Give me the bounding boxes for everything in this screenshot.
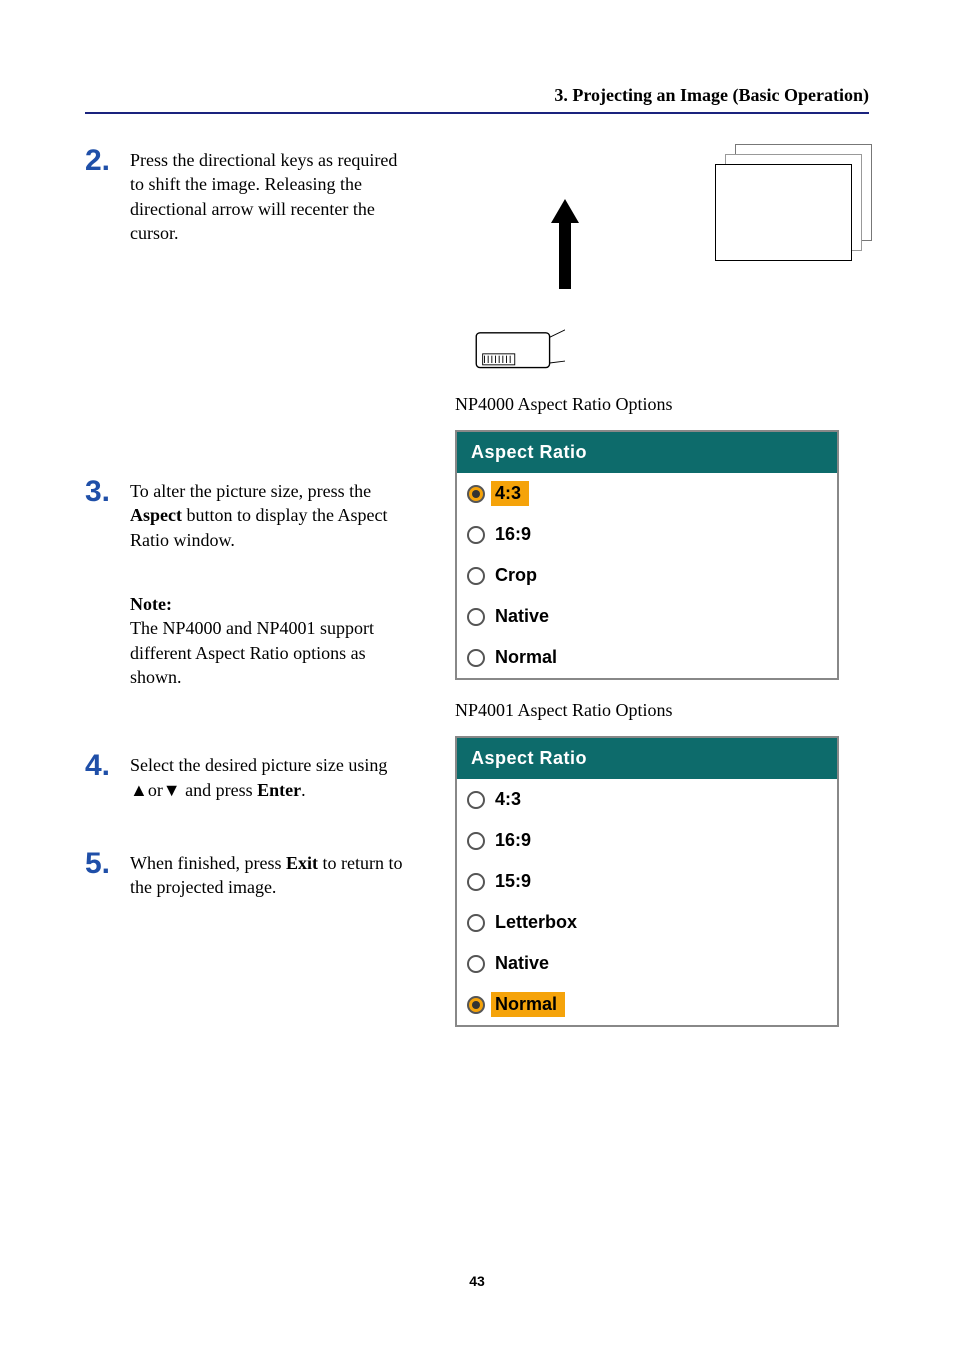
option-16-9[interactable]: 16:9	[457, 820, 837, 861]
text: When finished, press	[130, 853, 286, 873]
step-text: Press the directional keys as required t…	[130, 144, 415, 245]
radio-selected-icon	[467, 996, 485, 1014]
step-text: To alter the picture size, press the Asp…	[130, 475, 415, 714]
radio-icon	[467, 914, 485, 932]
page-number: 43	[0, 1273, 954, 1289]
section-header: 3. Projecting an Image (Basic Operation)	[85, 85, 869, 114]
menu-title: Aspect Ratio	[457, 432, 837, 473]
option-native[interactable]: Native	[457, 596, 837, 637]
option-label: Normal	[491, 645, 565, 670]
step-text: When finished, press Exit to return to t…	[130, 847, 415, 900]
aspect-ratio-menu-np4000: Aspect Ratio 4:3 16:9 Crop Native	[455, 430, 839, 680]
text: .	[301, 780, 306, 800]
option-letterbox[interactable]: Letterbox	[457, 902, 837, 943]
option-label: Native	[491, 951, 557, 976]
bold-enter: Enter	[257, 780, 301, 800]
option-label: Normal	[491, 992, 565, 1017]
step-2: 2. Press the directional keys as require…	[85, 144, 415, 245]
step-number: 3.	[85, 475, 130, 714]
bold-aspect: Aspect	[130, 505, 182, 525]
radio-icon	[467, 649, 485, 667]
bold-exit: Exit	[286, 853, 318, 873]
note-title: Note:	[130, 594, 172, 614]
menu-title: Aspect Ratio	[457, 738, 837, 779]
step-text: Select the desired picture size using ▲o…	[130, 749, 415, 802]
aspect-ratio-menu-np4001: Aspect Ratio 4:3 16:9 15:9 Letterbox	[455, 736, 839, 1027]
step-number: 5.	[85, 847, 130, 900]
radio-icon	[467, 608, 485, 626]
radio-icon	[467, 955, 485, 973]
radio-icon	[467, 873, 485, 891]
option-native[interactable]: Native	[457, 943, 837, 984]
option-label: Crop	[491, 563, 545, 588]
option-15-9[interactable]: 15:9	[457, 861, 837, 902]
option-label: 4:3	[491, 481, 529, 506]
radio-selected-icon	[467, 485, 485, 503]
projector-diagram	[465, 144, 715, 374]
step-3: 3. To alter the picture size, press the …	[85, 475, 415, 714]
option-crop[interactable]: Crop	[457, 555, 837, 596]
option-normal[interactable]: Normal	[457, 984, 837, 1025]
option-label: 16:9	[491, 828, 539, 853]
radio-icon	[467, 526, 485, 544]
step-number: 2.	[85, 144, 130, 245]
up-arrow-icon	[545, 199, 585, 309]
text: To alter the picture size, press the	[130, 481, 371, 501]
radio-icon	[467, 567, 485, 585]
option-4-3[interactable]: 4:3	[457, 779, 837, 820]
option-normal[interactable]: Normal	[457, 637, 837, 678]
radio-icon	[467, 832, 485, 850]
option-4-3[interactable]: 4:3	[457, 473, 837, 514]
step-5: 5. When finished, press Exit to return t…	[85, 847, 415, 900]
projector-icon	[470, 319, 565, 374]
caption-np4000: NP4000 Aspect Ratio Options	[455, 394, 869, 415]
option-label: Native	[491, 604, 557, 629]
option-16-9[interactable]: 16:9	[457, 514, 837, 555]
caption-np4001: NP4001 Aspect Ratio Options	[455, 700, 869, 721]
option-label: 4:3	[491, 787, 529, 812]
step-4: 4. Select the desired picture size using…	[85, 749, 415, 802]
step-number: 4.	[85, 749, 130, 802]
option-label: 15:9	[491, 869, 539, 894]
option-label: 16:9	[491, 522, 539, 547]
note-body: The NP4000 and NP4001 support different …	[130, 618, 374, 687]
option-label: Letterbox	[491, 910, 585, 935]
radio-icon	[467, 791, 485, 809]
